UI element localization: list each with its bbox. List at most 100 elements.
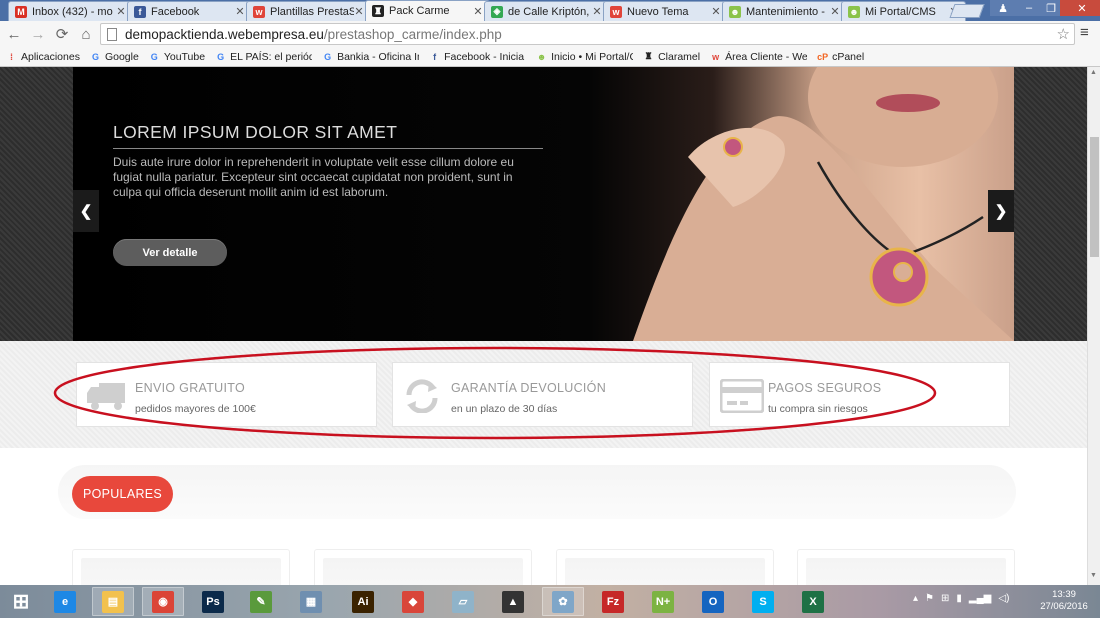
feature-subtitle: en un plazo de 30 días: [451, 403, 558, 415]
photoshop-icon: Ps: [202, 590, 224, 613]
volume-icon[interactable]: ◁): [998, 593, 1009, 604]
taskbar-app[interactable]: ▲: [492, 587, 534, 616]
browser-tab[interactable]: w Nuevo Tema ✕: [603, 1, 728, 21]
bookmark-item[interactable]: w Área Cliente - Webem: [710, 51, 807, 63]
taskbar-app[interactable]: Ps: [192, 587, 234, 616]
close-tab-icon[interactable]: ✕: [235, 5, 245, 18]
new-tab-button[interactable]: [949, 4, 985, 18]
product-image: [323, 558, 523, 585]
close-window-button[interactable]: ✕: [1060, 0, 1100, 16]
back-button[interactable]: ←: [4, 24, 24, 44]
windows-icon[interactable]: ⊞: [941, 593, 949, 604]
product-card[interactable]: [797, 549, 1015, 585]
tab-title: Mi Portal/CMS: [865, 5, 936, 18]
slider-next-button[interactable]: ❯: [988, 190, 1014, 232]
bookmark-item[interactable]: G Bankia - Oficina Intern: [322, 51, 419, 63]
prestashop-icon: ☻: [729, 5, 741, 18]
taskbar-app[interactable]: O: [692, 587, 734, 616]
outlook-icon: O: [702, 590, 724, 613]
webempresa-icon: w: [712, 51, 720, 62]
taskbar-app[interactable]: Ai: [342, 587, 384, 616]
gmail-icon: M: [15, 5, 27, 18]
navigation-bar: ← → ⟳ ⌂ demopacktienda.webempresa.eu/pre…: [0, 21, 1100, 47]
taskbar-app[interactable]: S: [742, 587, 784, 616]
browser-tab[interactable]: ☻ Mantenimiento - ✕: [722, 1, 847, 21]
scrollbar-thumb[interactable]: [1090, 137, 1099, 257]
tab-title: Facebook: [151, 5, 200, 18]
bookmark-item[interactable]: G YouTube: [149, 51, 205, 63]
taskbar-app[interactable]: ⊞: [0, 587, 42, 616]
taskbar-app[interactable]: N+: [642, 587, 684, 616]
taskbar-app[interactable]: ▤: [92, 587, 134, 616]
close-tab-icon[interactable]: ✕: [711, 5, 721, 18]
show-hidden-icons-icon[interactable]: ▴: [913, 593, 918, 604]
prestashop-icon: ☻: [848, 5, 860, 18]
close-tab-icon[interactable]: ✕: [473, 5, 483, 18]
notepad-icon: ▱: [452, 590, 474, 613]
bookmark-item[interactable]: G Google: [90, 51, 139, 63]
product-card[interactable]: [72, 549, 290, 585]
clock-date: 27/06/2016: [1040, 601, 1088, 612]
address-bar[interactable]: demopacktienda.webempresa.eu/prestashop_…: [100, 23, 1075, 45]
slider-prev-button[interactable]: ❮: [73, 190, 99, 232]
page-scrollbar[interactable]: ▲ ▼: [1087, 67, 1100, 585]
scroll-up-icon[interactable]: ▲: [1090, 69, 1097, 76]
popular-tab[interactable]: POPULARES: [72, 476, 173, 512]
bookmark-item[interactable]: f Facebook - Inicia sesió: [429, 51, 526, 63]
taskbar-app[interactable]: ◆: [392, 587, 434, 616]
bookmark-label: Bankia - Oficina Intern: [337, 50, 419, 63]
scroll-down-icon[interactable]: ▼: [1090, 572, 1097, 579]
forward-button[interactable]: →: [28, 24, 48, 44]
user-icon[interactable]: ♟: [990, 0, 1016, 16]
browser-tab[interactable]: ◈ de Calle Kriptón, ✕: [484, 1, 609, 21]
start-icon: ⊞: [12, 591, 30, 613]
bookmark-item[interactable]: ♜ Claramel: [643, 51, 701, 63]
taskbar-app[interactable]: ◉: [142, 587, 184, 616]
bookmark-label: Aplicaciones: [21, 50, 80, 63]
close-tab-icon[interactable]: ✕: [116, 5, 126, 18]
chrome-icon: ◉: [152, 590, 174, 613]
taskbar-app[interactable]: ▦: [290, 587, 332, 616]
bookmark-label: Facebook - Inicia sesió: [444, 50, 526, 63]
taskbar-app[interactable]: ✿: [542, 587, 584, 616]
ver-detalle-button[interactable]: Ver detalle: [113, 239, 227, 266]
product-card[interactable]: [314, 549, 532, 585]
menu-icon[interactable]: ≡: [1080, 24, 1094, 41]
close-tab-icon[interactable]: ✕: [830, 5, 840, 18]
bookmark-item[interactable]: cP cPanel: [817, 51, 864, 63]
product-image: [565, 558, 765, 585]
taskbar-app[interactable]: Fz: [592, 587, 634, 616]
taskbar-app[interactable]: ✎: [240, 587, 282, 616]
taskbar-app[interactable]: e: [44, 587, 86, 616]
bookmark-item[interactable]: ☻ Inicio • Mi Portal/CMS: [536, 51, 633, 63]
browser-tab[interactable]: M Inbox (432) - mo ✕: [8, 1, 133, 21]
bookmark-label: cPanel: [832, 50, 865, 63]
product-image: [806, 558, 1006, 585]
tab-strip: M Inbox (432) - mo ✕ f Facebook ✕ w Plantillas …: [0, 0, 1100, 21]
file-explorer-icon: ▤: [102, 590, 124, 613]
browser-tab[interactable]: ☻Mi Portal/CMS✕: [841, 1, 966, 21]
battery-icon[interactable]: ▮: [956, 593, 962, 604]
flag-icon[interactable]: ⚑: [925, 593, 934, 604]
browser-tab[interactable]: w Plantillas PrestaS ✕: [246, 1, 371, 21]
jewelry-model-image: [633, 67, 1014, 341]
clock[interactable]: 13:39 27/06/2016: [1036, 589, 1092, 613]
system-tray: ▴ ⚑ ⊞ ▮ ▂▄▆ ◁): [913, 593, 1009, 604]
bookmark-item[interactable]: G EL PAÍS: el periódico g: [215, 51, 312, 63]
bookmark-item[interactable]: ⁞ Aplicaciones: [6, 51, 80, 63]
bookmark-star-icon[interactable]: ☆: [1057, 25, 1070, 43]
product-card[interactable]: [556, 549, 774, 585]
browser-tab[interactable]: f Facebook ✕: [127, 1, 252, 21]
close-tab-icon[interactable]: ✕: [592, 5, 602, 18]
close-tab-icon[interactable]: ✕: [354, 5, 364, 18]
excel-icon: X: [802, 590, 824, 613]
tab-title: Inbox (432) - mo: [32, 5, 113, 18]
signal-icon[interactable]: ▂▄▆: [969, 593, 991, 604]
home-button[interactable]: ⌂: [76, 24, 96, 44]
feature-title: PAGOS SEGUROS: [768, 381, 882, 395]
reload-button[interactable]: ⟳: [52, 24, 72, 44]
taskbar-app[interactable]: ▱: [442, 587, 484, 616]
browser-tab[interactable]: ♜ Pack Carme ✕: [365, 0, 490, 21]
taskbar-app[interactable]: X: [792, 587, 834, 616]
skype-icon: S: [752, 590, 774, 613]
